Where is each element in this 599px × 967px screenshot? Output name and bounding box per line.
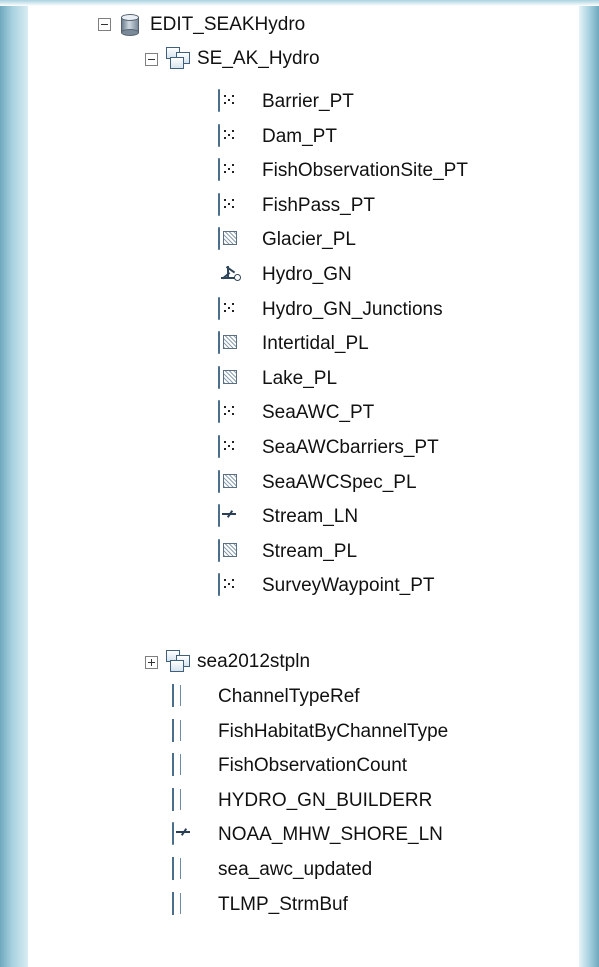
tree-node-feature-dataset[interactable]: SE_AK_Hydro	[0, 42, 599, 76]
geodatabase-icon	[120, 14, 146, 38]
point-feature-class-icon	[218, 89, 244, 114]
polygon-feature-class-icon	[218, 469, 244, 495]
tree-node-item[interactable]: HYDRO_GN_BUILDERR	[0, 784, 599, 818]
table-icon	[172, 787, 198, 813]
tree-node-item[interactable]: Stream_PL	[0, 535, 599, 569]
tree-node-item[interactable]: sea_awc_updated	[0, 853, 599, 887]
point-feature-class-icon	[218, 573, 244, 598]
tree-node-label: Intertidal_PL	[262, 333, 369, 355]
tree-node-label: Stream_LN	[262, 506, 359, 528]
tree-node-label: ChannelTypeRef	[218, 686, 360, 707]
catalog-tree: EDIT_SEAKHydro SE_AK_Hydro Barrier_PT Dam…	[0, 0, 599, 967]
tree-node-label: Hydro_GN_Junctions	[262, 298, 443, 320]
polygon-feature-class-icon	[218, 331, 244, 356]
tree-node-label: FishPass_PT	[262, 194, 375, 216]
table-icon	[172, 891, 198, 917]
tree-node-item[interactable]: SeaAWCbarriers_PT	[0, 431, 599, 465]
tree-node-item[interactable]: Hydro_GN	[0, 258, 599, 292]
tree-node-label: Barrier_PT	[262, 91, 354, 112]
tree-node-item[interactable]: ChannelTypeRef	[0, 680, 599, 714]
tree-node-label: SeaAWC_PT	[262, 402, 375, 424]
polygon-feature-class-icon	[218, 227, 244, 252]
tree-node-label: SurveyWaypoint_PT	[262, 575, 435, 597]
geometric-network-icon	[218, 263, 244, 287]
expand-toggle-icon[interactable]	[145, 656, 158, 669]
tree-node-label: Glacier_PL	[262, 229, 356, 251]
tree-node-label: FishObservationCount	[218, 755, 408, 777]
point-feature-class-icon	[218, 400, 244, 425]
point-feature-class-icon	[218, 158, 244, 183]
tree-node-item[interactable]: FishPass_PT	[0, 189, 599, 223]
tree-node-label: HYDRO_GN_BUILDERR	[218, 789, 433, 811]
tree-node-label: SE_AK_Hydro	[197, 48, 320, 69]
tree-node-item[interactable]: SurveyWaypoint_PT	[0, 569, 599, 603]
feature-dataset-icon	[166, 650, 192, 674]
tree-node-item[interactable]: TLMP_StrmBuf	[0, 888, 599, 922]
point-feature-class-icon	[218, 296, 244, 322]
tree-node-label: SeaAWCbarriers_PT	[262, 437, 439, 458]
point-feature-class-icon	[218, 192, 244, 218]
tree-node-item[interactable]: Lake_PL	[0, 362, 599, 396]
tree-node-label: EDIT_SEAKHydro	[150, 14, 306, 35]
polygon-feature-class-icon	[218, 365, 244, 391]
tree-node-label: Hydro_GN	[262, 264, 352, 285]
tree-node-item[interactable]: Intertidal_PL	[0, 327, 599, 361]
tree-node-item[interactable]: FishHabitatByChannelType	[0, 715, 599, 749]
tree-node-item[interactable]: Barrier_PT	[0, 85, 599, 119]
tree-node-item[interactable]: Stream_LN	[0, 500, 599, 534]
table-icon	[172, 857, 198, 882]
tree-node-label: Stream_PL	[262, 540, 358, 562]
tree-node-label: sea_awc_updated	[218, 859, 373, 880]
tree-node-item[interactable]: Glacier_PL	[0, 223, 599, 257]
point-feature-class-icon	[218, 123, 244, 149]
tree-node-label: Dam_PT	[262, 125, 337, 147]
point-feature-class-icon	[218, 435, 244, 460]
line-feature-class-icon	[218, 504, 244, 529]
tree-node-item[interactable]: FishObservationCount	[0, 749, 599, 783]
collapse-toggle-icon[interactable]	[98, 18, 111, 31]
table-icon	[172, 718, 198, 744]
tree-node-item[interactable]: NOAA_MHW_SHORE_LN	[0, 818, 599, 852]
tree-node-label: FishObservationSite_PT	[262, 160, 468, 182]
feature-dataset-icon	[166, 47, 192, 71]
tree-node-label: NOAA_MHW_SHORE_LN	[218, 824, 443, 846]
tree-node-label: SeaAWCSpec_PL	[262, 471, 417, 493]
tree-node-item[interactable]: Hydro_GN_Junctions	[0, 293, 599, 327]
tree-node-label: TLMP_StrmBuf	[218, 893, 348, 915]
tree-node-label: sea2012stpln	[197, 651, 311, 672]
tree-node-item[interactable]: SeaAWCSpec_PL	[0, 466, 599, 500]
table-icon	[172, 753, 198, 778]
polygon-feature-class-icon	[218, 538, 244, 564]
tree-node-label: FishHabitatByChannelType	[218, 720, 449, 742]
tree-node-item[interactable]: FishObservationSite_PT	[0, 154, 599, 188]
tree-node-item[interactable]: SeaAWC_PT	[0, 396, 599, 430]
tree-node-label: Lake_PL	[262, 367, 338, 389]
table-icon	[172, 684, 198, 709]
tree-node-item[interactable]: Dam_PT	[0, 120, 599, 154]
line-feature-class-icon	[172, 822, 198, 847]
tree-node-geodatabase[interactable]: EDIT_SEAKHydro	[0, 8, 599, 42]
tree-node-feature-dataset[interactable]: sea2012stpln	[0, 645, 599, 679]
collapse-toggle-icon[interactable]	[145, 53, 158, 66]
